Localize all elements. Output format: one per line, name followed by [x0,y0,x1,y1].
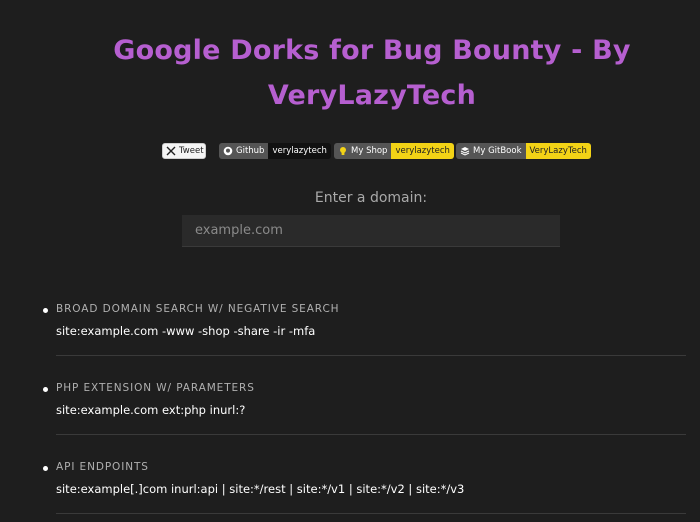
bullet [43,308,48,313]
page-title: Google Dorks for Bug Bounty - By VeryLaz… [0,28,700,118]
divider [56,355,686,356]
gitbook-badge-label: My GitBook [473,146,522,156]
bullet [43,387,48,392]
dork-query[interactable]: site:example.com -www -shop -share -ir -… [56,324,315,338]
gitbook-badge[interactable]: My GitBook VeryLazyTech [456,143,591,159]
dork-query[interactable]: site:example[.]com inurl:api | site:*/re… [56,482,464,496]
x-logo-icon [166,146,176,156]
dork-title: API ENDPOINTS [56,461,149,473]
domain-label: Enter a domain: [314,190,428,206]
divider [56,434,686,435]
github-badge[interactable]: Github verylazytech [219,143,331,159]
dork-query[interactable]: site:example.com ext:php inurl:? [56,403,245,417]
title-line-1: Google Dorks for Bug Bounty - By [113,35,631,66]
shop-badge[interactable]: My Shop verylazytech [334,143,454,159]
dork-title: PHP EXTENSION W/ PARAMETERS [56,382,255,394]
github-icon [223,146,233,156]
shop-badge-value: verylazytech [391,143,454,159]
bullet [43,466,48,471]
tweet-badge-label: Tweet [179,146,204,156]
badge-row: Tweet Github verylazytech My Shop veryla… [0,143,700,159]
bulb-icon [340,147,346,155]
domain-input[interactable] [182,215,560,247]
gitbook-badge-value: VeryLazyTech [525,143,591,159]
github-badge-value: verylazytech [268,143,331,159]
dork-title: BROAD DOMAIN SEARCH W/ NEGATIVE SEARCH [56,303,340,315]
tweet-badge[interactable]: Tweet [162,143,206,159]
shop-badge-label: My Shop [351,146,388,156]
book-icon [460,147,470,156]
github-badge-label: Github [236,146,265,156]
divider [56,513,686,514]
title-line-2: VeryLazyTech [267,80,477,111]
